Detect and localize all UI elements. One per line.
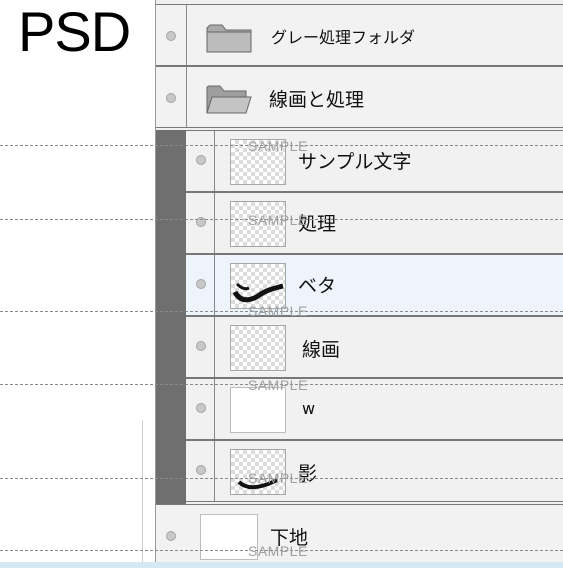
layer-name: 線画 xyxy=(302,339,341,361)
layer-row-folder-gray[interactable]: グレー処理フォルダ xyxy=(156,4,563,66)
visibility-toggle[interactable] xyxy=(166,531,176,541)
group-indent-bar xyxy=(156,130,186,507)
layer-thumbnail xyxy=(230,325,286,371)
sample-watermark: SAMPLE xyxy=(248,377,308,393)
visibility-toggle[interactable] xyxy=(196,155,206,165)
divider xyxy=(142,420,143,568)
sample-watermark: SAMPLE xyxy=(248,138,308,154)
layer-row[interactable]: 線画 xyxy=(186,316,563,378)
layer-name: ベタ xyxy=(298,275,337,297)
sample-watermark: SAMPLE xyxy=(248,470,308,486)
layer-row-folder-lineart[interactable]: 線画と処理 xyxy=(156,66,563,128)
bottom-strip xyxy=(0,562,563,568)
visibility-toggle[interactable] xyxy=(196,341,206,351)
layer-name: サンプル文字 xyxy=(298,151,412,173)
open-folder-icon xyxy=(206,85,252,114)
layer-thumbnail xyxy=(230,387,286,433)
layer-row[interactable]: w xyxy=(186,378,563,440)
visibility-toggle[interactable] xyxy=(166,31,176,41)
visibility-toggle[interactable] xyxy=(196,403,206,413)
layer-row[interactable]: 影 xyxy=(186,440,563,502)
layer-row-selected[interactable]: ベタ xyxy=(186,254,563,316)
layer-name: グレー処理フォルダ xyxy=(271,28,416,47)
sample-watermark: SAMPLE xyxy=(248,303,308,319)
visibility-toggle[interactable] xyxy=(166,93,176,103)
visibility-toggle[interactable] xyxy=(196,279,206,289)
black-fill-thumbnail-icon xyxy=(232,282,284,303)
sample-watermark: SAMPLE xyxy=(248,212,308,228)
layer-name: w xyxy=(302,399,316,418)
visibility-toggle[interactable] xyxy=(196,465,206,475)
sample-watermark: SAMPLE xyxy=(248,543,308,559)
closed-folder-icon xyxy=(206,24,252,53)
layer-name: 線画と処理 xyxy=(269,89,365,111)
layer-row[interactable]: 処理 xyxy=(186,192,563,254)
psd-label: PSD xyxy=(18,0,131,63)
layer-row[interactable]: サンプル文字 xyxy=(186,130,563,192)
layer-row-base[interactable]: 下地 xyxy=(156,504,563,568)
layers-panel: グレー処理フォルダ 線画と処理 サンプル文字 処理 ベタ 線画 w 影 下地 xyxy=(155,0,563,568)
